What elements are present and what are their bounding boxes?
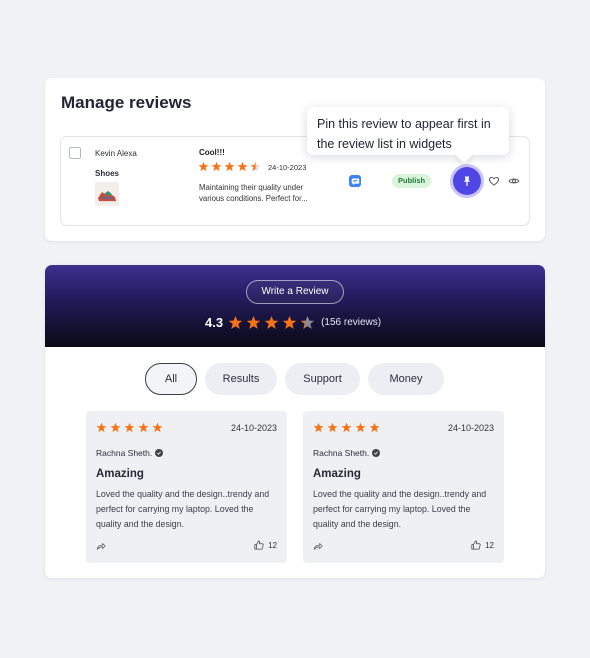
verified-icon [155, 449, 164, 457]
reviewer-name: Kevin Alexa [95, 149, 137, 158]
star-icon [355, 422, 366, 433]
star-icon [96, 422, 107, 433]
rating-summary: 4.3 (156 reviews) [205, 313, 385, 331]
review-stars [96, 422, 163, 433]
star-icon [327, 422, 338, 433]
like-button[interactable]: 12 [471, 540, 494, 550]
share-icon[interactable] [313, 541, 323, 551]
like-count: 12 [268, 540, 277, 550]
review-body: Loved the quality and the design..trendy… [313, 489, 487, 529]
average-rating: 4.3 [205, 314, 224, 330]
star-icon [110, 422, 121, 433]
thumbs-up-icon [471, 540, 481, 550]
pin-button[interactable] [453, 167, 481, 195]
reviews-widget: Write a Review 4.3 (156 reviews) All Res… [45, 265, 545, 578]
like-button[interactable]: 12 [254, 540, 277, 550]
author-name: Rachna Sheth. [313, 448, 370, 458]
review-author: Rachna Sheth. [96, 448, 164, 458]
product-thumbnail [95, 182, 119, 206]
star-icon [152, 422, 163, 433]
star-icon [264, 315, 279, 329]
row-rating-stars [198, 161, 261, 172]
star-icon [138, 422, 149, 433]
row-checkbox[interactable] [69, 147, 81, 159]
star-icon [237, 161, 248, 172]
heart-icon[interactable] [488, 175, 500, 187]
star-icon [282, 315, 297, 329]
star-icon [198, 161, 209, 172]
filter-chip-all[interactable]: All [145, 363, 197, 395]
product-name: Shoes [95, 169, 120, 178]
star-icon [228, 315, 243, 329]
star-icon [250, 161, 261, 172]
review-count: (156 reviews) [321, 316, 382, 328]
verified-icon [372, 449, 381, 457]
filter-chips: All Results Support Money [145, 363, 444, 395]
filter-chip-support[interactable]: Support [285, 363, 360, 395]
review-date: 24-10-2023 [268, 163, 307, 172]
star-icon [211, 161, 222, 172]
star-icon [124, 422, 135, 433]
like-count: 12 [485, 540, 494, 550]
status-badge[interactable]: Publish [392, 174, 432, 188]
author-name: Rachna Sheth. [96, 448, 153, 458]
review-excerpt: Maintaining their quality under various … [199, 183, 308, 203]
review-body: Loved the quality and the design..trendy… [96, 489, 270, 529]
write-review-button[interactable]: Write a Review [246, 280, 344, 304]
average-rating-stars [228, 315, 315, 330]
review-title: Cool!!! [199, 148, 225, 157]
star-icon [224, 161, 235, 172]
chat-icon[interactable] [349, 175, 361, 187]
review-date: 24-10-2023 [447, 423, 494, 433]
star-icon [369, 422, 380, 433]
star-icon [313, 422, 324, 433]
filter-chip-results[interactable]: Results [205, 363, 277, 395]
thumbs-up-icon [254, 540, 264, 550]
review-card: 24-10-2023 Rachna Sheth. Amazing Loved t… [303, 411, 504, 563]
star-icon [246, 315, 261, 329]
review-date: 24-10-2023 [230, 423, 277, 433]
filter-chip-money[interactable]: Money [368, 363, 444, 395]
review-author: Rachna Sheth. [313, 448, 381, 458]
star-icon [341, 422, 352, 433]
review-title: Amazing [96, 468, 144, 480]
review-stars [313, 422, 380, 433]
widget-header: Write a Review 4.3 (156 reviews) [45, 265, 545, 347]
review-title: Amazing [313, 468, 361, 480]
share-icon[interactable] [96, 541, 106, 551]
page-title: Manage reviews [61, 93, 192, 112]
review-card: 24-10-2023 Rachna Sheth. Amazing Loved t… [86, 411, 287, 563]
manage-reviews-card: Manage reviews Kevin Alexa Shoes Cool!!!… [45, 78, 545, 241]
pin-icon [464, 176, 470, 187]
star-icon [300, 315, 315, 329]
pin-tooltip: Pin this review to appear first in the r… [307, 107, 509, 155]
eye-icon[interactable] [508, 175, 520, 187]
